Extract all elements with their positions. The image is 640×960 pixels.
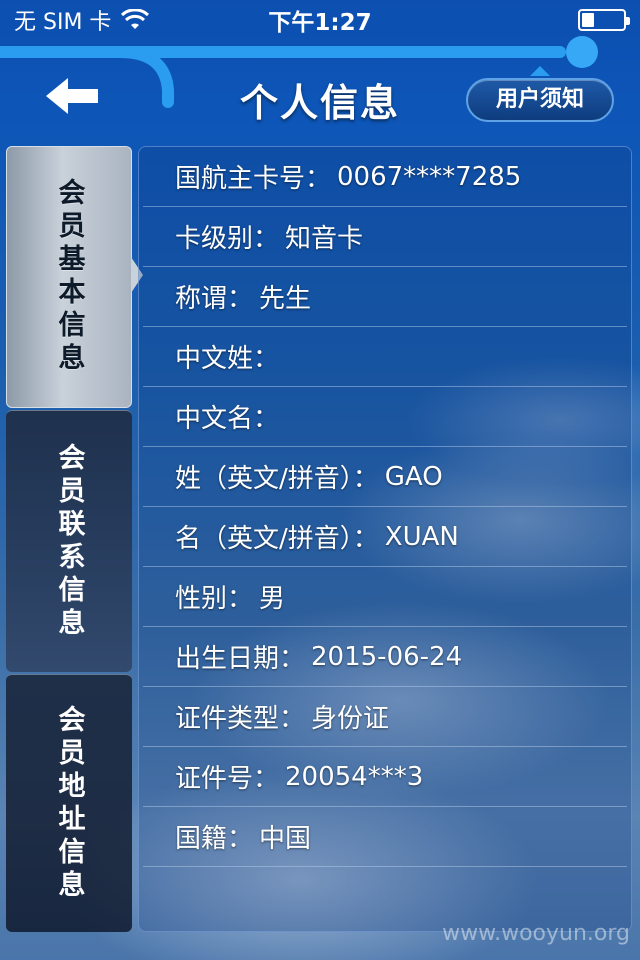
row-value: 2015-06-24: [311, 641, 463, 672]
user-notice-button[interactable]: 用户须知: [466, 78, 614, 122]
row-label: 国航主卡号：: [175, 164, 332, 194]
info-row-nationality: 国籍： 中国: [143, 807, 627, 867]
row-value: 男: [259, 584, 286, 614]
row-label: 中文姓：: [175, 344, 280, 374]
tab-label: 会员基本信息: [53, 178, 85, 376]
row-label: 卡级别：: [175, 224, 280, 254]
row-label: 称谓：: [175, 284, 254, 314]
row-value: 知音卡: [285, 224, 364, 254]
battery-icon: [578, 9, 630, 31]
row-label: 国籍：: [175, 824, 254, 854]
row-value: 身份证: [311, 704, 390, 734]
info-row-card-level: 卡级别： 知音卡: [143, 207, 627, 267]
watermark: www.wooyun.org: [442, 921, 630, 946]
info-row-id-number: 证件号： 20054***3: [143, 747, 627, 807]
row-value: 先生: [259, 284, 312, 314]
tab-member-basic-info[interactable]: 会员基本信息: [6, 146, 143, 408]
info-panel: 国航主卡号： 0067****7285 卡级别： 知音卡 称谓： 先生 中文姓：…: [138, 146, 632, 932]
row-value: GAO: [384, 461, 443, 492]
info-row-chinese-given-name: 中文名：: [143, 387, 627, 447]
info-row-title: 称谓： 先生: [143, 267, 627, 327]
row-value: 0067****7285: [337, 161, 522, 192]
info-row-id-type: 证件类型： 身份证: [143, 687, 627, 747]
app-screen: 无 SIM 卡 下午1:27 个人信息 用户须知 会员基本信息 会员联系信息 会…: [0, 0, 640, 960]
row-label: 名（英文/拼音）：: [175, 524, 379, 554]
info-row-english-surname: 姓（英文/拼音）： GAO: [143, 447, 627, 507]
row-value: 中国: [259, 824, 312, 854]
tab-label: 会员联系信息: [53, 442, 85, 641]
info-row-card-number: 国航主卡号： 0067****7285: [143, 147, 627, 207]
row-value: XUAN: [384, 521, 459, 552]
row-label: 证件类型：: [175, 704, 306, 734]
sidebar: 会员基本信息 会员联系信息 会员地址信息: [6, 146, 143, 932]
info-row-gender: 性别： 男: [143, 567, 627, 627]
info-row-birth-date: 出生日期： 2015-06-24: [143, 627, 627, 687]
row-label: 出生日期：: [175, 644, 306, 674]
row-label: 姓（英文/拼音）：: [175, 464, 379, 494]
row-value: 20054***3: [285, 761, 424, 792]
info-row-english-given-name: 名（英文/拼音）： XUAN: [143, 507, 627, 567]
tab-label: 会员地址信息: [53, 704, 85, 903]
tab-member-contact-info[interactable]: 会员联系信息: [6, 410, 132, 672]
row-label: 性别：: [175, 584, 254, 614]
tab-member-address-info[interactable]: 会员地址信息: [6, 674, 132, 932]
row-label: 中文名：: [175, 404, 280, 434]
row-label: 证件号：: [175, 764, 280, 794]
info-row-chinese-surname: 中文姓：: [143, 327, 627, 387]
